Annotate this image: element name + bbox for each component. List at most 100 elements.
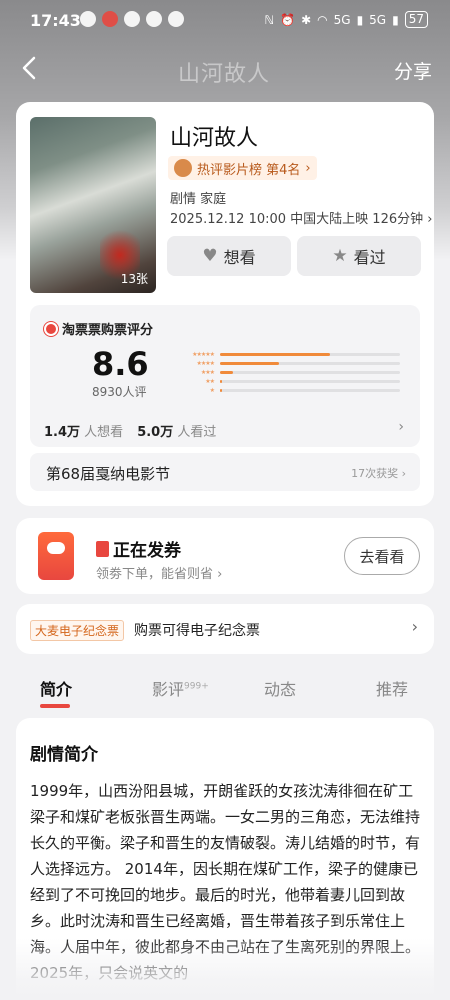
status-time: 17:43 bbox=[30, 11, 81, 30]
tab-updates[interactable]: 动态 bbox=[264, 676, 296, 700]
seen-count-label: 人看过 bbox=[177, 425, 217, 440]
network2-label: 5G bbox=[369, 12, 387, 27]
star-row-fill bbox=[220, 353, 330, 356]
star-row-fill bbox=[220, 371, 233, 374]
rating-header: 淘票票购票评分 bbox=[44, 319, 153, 338]
tab-reviews-label: 影评 bbox=[152, 680, 185, 699]
star-row-label: ★★ bbox=[205, 378, 215, 385]
notification-icon bbox=[168, 11, 184, 27]
synopsis-title: 剧情简介 bbox=[30, 745, 98, 765]
movie-genre: 剧情 家庭 bbox=[170, 192, 227, 207]
tab-reviews-badge: 999+ bbox=[184, 681, 209, 692]
seen-label: 看过 bbox=[353, 248, 386, 267]
star-row-track bbox=[220, 380, 400, 383]
chevron-left-icon bbox=[22, 56, 36, 80]
star-row: ★★ bbox=[172, 377, 404, 386]
rating-count: 8930人评 bbox=[92, 385, 147, 399]
tab-recommend[interactable]: 推荐 bbox=[376, 676, 408, 700]
star-row-label: ★★★★★ bbox=[192, 351, 215, 358]
rank-badge[interactable]: 热评影片榜 第4名 › bbox=[168, 156, 317, 180]
wifi-icon: ◠ bbox=[317, 12, 328, 27]
heart-icon: ♥ bbox=[202, 246, 218, 266]
tab-reviews[interactable]: 影评999+ bbox=[152, 676, 209, 700]
ticket-card[interactable]: 大麦电子纪念票 购票可得电子纪念票 › bbox=[16, 604, 434, 654]
want-label: 想看 bbox=[223, 248, 256, 267]
share-button[interactable]: 分享 bbox=[394, 57, 432, 84]
rank-icon bbox=[174, 159, 192, 177]
nav-title: 山河故人 bbox=[178, 62, 271, 87]
bluetooth-icon: ✱ bbox=[301, 12, 312, 27]
tab-updates-label: 动态 bbox=[264, 680, 297, 699]
star-row-fill bbox=[220, 389, 222, 392]
rating-score: 8.6 bbox=[92, 345, 149, 383]
nav-bar: 山河故人 分享 bbox=[0, 46, 450, 90]
seen-count: 5.0万 bbox=[137, 425, 174, 440]
app-icon bbox=[146, 11, 162, 27]
tab-recommend-label: 推荐 bbox=[376, 680, 409, 699]
chat-icon bbox=[124, 11, 140, 27]
want-button[interactable]: ♥ 想看 bbox=[167, 236, 291, 276]
star-row-track bbox=[220, 389, 400, 392]
want-count: 1.4万 bbox=[44, 425, 81, 440]
coupon-icon bbox=[38, 532, 74, 580]
tab-intro[interactable]: 简介 bbox=[40, 676, 72, 700]
nfc-icon: ℕ bbox=[264, 12, 275, 27]
red-envelope-icon bbox=[96, 540, 109, 557]
status-bar: 17:43 ℕ ⏰ ✱ ◠ 5G ▮ 5G ▮ 57 bbox=[0, 0, 450, 40]
tab-intro-label: 简介 bbox=[40, 680, 73, 699]
star-row: ★★★ bbox=[172, 368, 404, 377]
star-row-label: ★★★★ bbox=[196, 360, 215, 367]
star-row-fill bbox=[220, 380, 222, 383]
star-row-label: ★★★ bbox=[200, 369, 215, 376]
coupon-go-button[interactable]: 去看看 bbox=[344, 537, 420, 575]
tab-active-indicator bbox=[40, 704, 70, 708]
coupon-title: 正在发券 bbox=[113, 541, 181, 561]
rating-panel[interactable]: 淘票票购票评分 8.6 8930人评 ★★★★★ ★★★★ ★★★ ★★ ★ 1.4万 … bbox=[30, 305, 420, 447]
status-indicators: ℕ ⏰ ✱ ◠ 5G ▮ 5G ▮ 57 bbox=[265, 11, 428, 28]
star-distribution: ★★★★★ ★★★★ ★★★ ★★ ★ bbox=[172, 350, 404, 395]
back-button[interactable] bbox=[16, 54, 44, 82]
signal-icon: ▮ bbox=[356, 12, 364, 27]
battery-indicator: 57 bbox=[404, 11, 428, 28]
star-row-track bbox=[220, 353, 400, 356]
chevron-right-icon: › bbox=[411, 617, 418, 636]
festival-row[interactable]: 第68届戛纳电影节 17次获奖 › bbox=[30, 453, 420, 491]
movie-info-card: 13张 山河故人 热评影片榜 第4名 › 剧情 家庭 2025.12.12 10… bbox=[16, 102, 434, 506]
want-count-label: 人想看 bbox=[84, 425, 124, 440]
ticket-badge: 大麦电子纪念票 bbox=[30, 620, 125, 641]
signal2-icon: ▮ bbox=[392, 12, 399, 27]
movie-title: 山河故人 bbox=[170, 126, 259, 151]
star-row: ★★★★★ bbox=[172, 350, 404, 359]
bottom-fade bbox=[0, 938, 450, 1000]
festival-awards: 17次获奖 › bbox=[351, 467, 406, 480]
coupon-subtitle-text: 领劵下单，能省则省 bbox=[96, 567, 214, 582]
star-row-track bbox=[220, 371, 400, 374]
alarm-icon: ⏰ bbox=[280, 12, 296, 27]
star-row-track bbox=[220, 362, 400, 365]
star-row: ★ bbox=[172, 386, 404, 395]
want-seen-stats: 1.4万 人想看 5.0万 人看过 bbox=[44, 421, 216, 440]
detail-tabs: 简介 影评999+ 动态 推荐 bbox=[0, 668, 450, 708]
seen-button[interactable]: ★ 看过 bbox=[297, 236, 421, 276]
star-icon: ★ bbox=[332, 246, 348, 266]
eye-icon bbox=[80, 11, 96, 27]
movie-release[interactable]: 2025.12.12 10:00 中国大陆上映 126分钟 › bbox=[170, 208, 432, 227]
coupon-subtitle[interactable]: 领劵下单，能省则省 › bbox=[96, 563, 222, 582]
shield-icon bbox=[102, 11, 118, 27]
coupon-title-row: 正在发券 bbox=[96, 536, 181, 561]
poster-count: 13张 bbox=[120, 272, 148, 286]
movie-poster[interactable]: 13张 bbox=[30, 117, 156, 293]
rank-text: 热评影片榜 第4名 bbox=[197, 162, 301, 178]
festival-name: 第68届戛纳电影节 bbox=[46, 465, 171, 483]
network-label: 5G bbox=[333, 12, 351, 27]
ticket-text: 购票可得电子纪念票 bbox=[134, 623, 260, 639]
star-row-label: ★ bbox=[209, 387, 215, 394]
taopiaopiao-logo-icon bbox=[44, 321, 58, 336]
status-notifications bbox=[80, 11, 184, 27]
rating-source: 淘票票购票评分 bbox=[62, 323, 154, 338]
star-row: ★★★★ bbox=[172, 359, 404, 368]
chevron-right-icon: › bbox=[305, 160, 311, 176]
release-text: 2025.12.12 10:00 中国大陆上映 126分钟 bbox=[170, 212, 424, 227]
chevron-right-icon: › bbox=[398, 419, 404, 435]
star-row-fill bbox=[220, 362, 280, 365]
